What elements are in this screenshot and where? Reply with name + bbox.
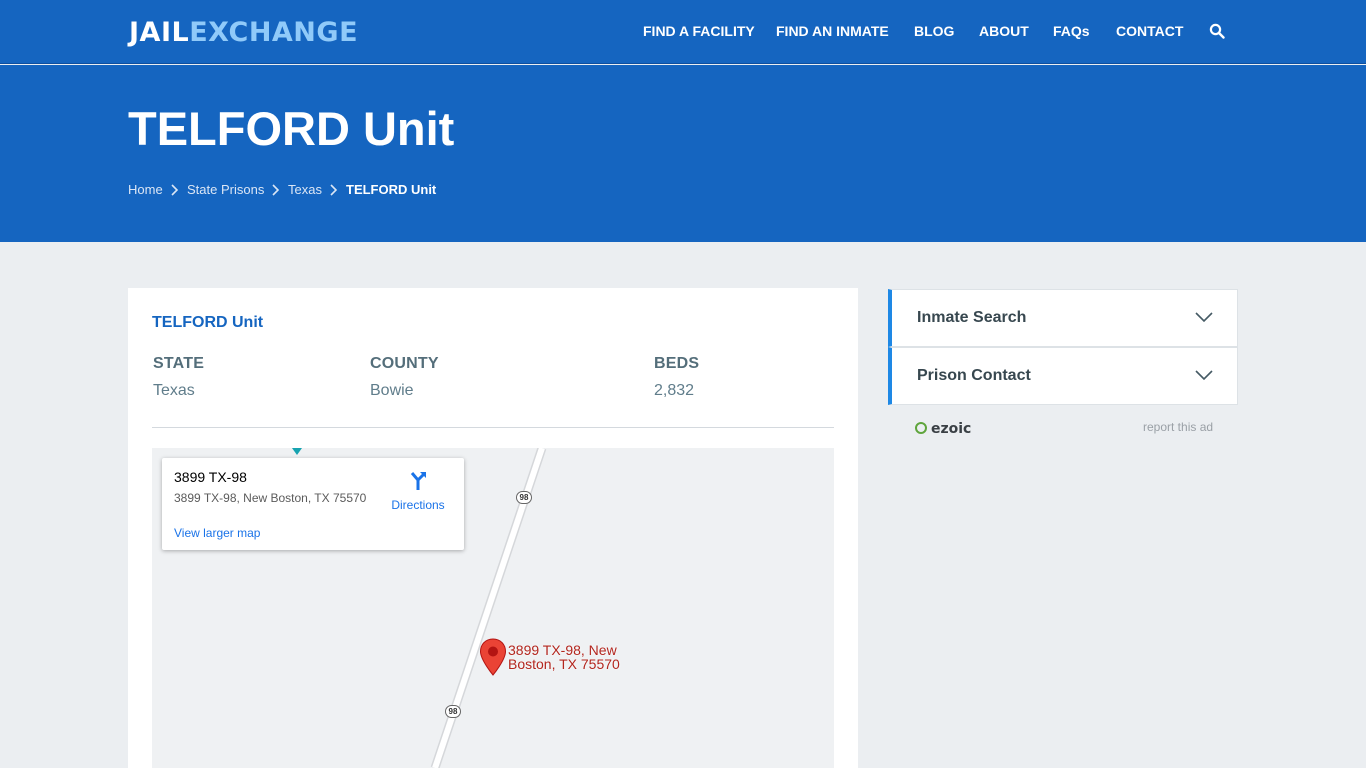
state-label: STATE bbox=[153, 355, 205, 372]
embedded-map[interactable]: 98 98 3899 TX-98 3899 TX-98, New Boston,… bbox=[152, 448, 834, 768]
page-hero: TELFORD Unit Home State Prisons Texas TE… bbox=[0, 65, 1366, 242]
chevron-down-icon bbox=[1195, 370, 1213, 381]
search-icon[interactable] bbox=[1209, 23, 1225, 39]
directions-button[interactable]: Directions bbox=[388, 470, 448, 512]
route-shield: 98 bbox=[516, 491, 532, 504]
map-pin-icon[interactable] bbox=[479, 638, 507, 676]
map-infobox: 3899 TX-98 3899 TX-98, New Boston, TX 75… bbox=[162, 458, 464, 550]
route-shield: 98 bbox=[445, 705, 461, 718]
breadcrumb-texas[interactable]: Texas bbox=[288, 182, 322, 197]
breadcrumb-current: TELFORD Unit bbox=[346, 182, 437, 197]
site-logo[interactable]: JAILEXCHANGE bbox=[129, 17, 358, 48]
facility-name: TELFORD Unit bbox=[152, 314, 264, 331]
infobox-address: 3899 TX-98, New Boston, TX 75570 bbox=[174, 491, 367, 505]
ezoic-text: ezoic bbox=[931, 421, 972, 437]
directions-icon bbox=[410, 472, 426, 490]
map-caret bbox=[292, 448, 302, 455]
divider bbox=[152, 427, 834, 428]
report-ad-link[interactable]: report this ad bbox=[1143, 420, 1213, 434]
beds-label: BEDS bbox=[654, 355, 700, 372]
logo-text-jail: JAIL bbox=[129, 17, 190, 48]
directions-label: Directions bbox=[391, 498, 445, 512]
nav-contact[interactable]: CONTACT bbox=[1116, 23, 1183, 39]
top-navbar: JAILEXCHANGE FIND A FACILITY FIND AN INM… bbox=[0, 0, 1366, 64]
facility-card: TELFORD Unit STATE Texas COUNTY Bowie BE… bbox=[128, 288, 858, 768]
accordion-inmate-search[interactable]: Inmate Search bbox=[888, 289, 1238, 347]
nav-about[interactable]: ABOUT bbox=[979, 23, 1029, 39]
nav-find-inmate[interactable]: FIND AN INMATE bbox=[776, 23, 889, 39]
breadcrumb-home[interactable]: Home bbox=[128, 182, 163, 197]
breadcrumb-state-prisons[interactable]: State Prisons bbox=[187, 182, 264, 197]
beds-value: 2,832 bbox=[654, 382, 695, 399]
state-value: Texas bbox=[153, 382, 195, 399]
chevron-right-icon bbox=[171, 184, 179, 196]
county-label: COUNTY bbox=[370, 355, 439, 372]
accordion-label: Prison Contact bbox=[917, 367, 1031, 384]
nav-faqs[interactable]: FAQs bbox=[1053, 23, 1090, 39]
ezoic-icon bbox=[915, 422, 927, 434]
logo-text-exchange: EXCHANGE bbox=[189, 17, 359, 48]
chevron-down-icon bbox=[1195, 312, 1213, 323]
view-larger-map-link[interactable]: View larger map bbox=[174, 526, 260, 540]
nav-blog[interactable]: BLOG bbox=[914, 23, 954, 39]
chevron-right-icon bbox=[330, 184, 338, 196]
infobox-title: 3899 TX-98 bbox=[174, 469, 247, 485]
accordion-prison-contact[interactable]: Prison Contact bbox=[888, 347, 1238, 405]
pin-label: 3899 TX-98, New Boston, TX 75570 bbox=[508, 642, 620, 672]
page-title: TELFORD Unit bbox=[128, 102, 455, 155]
ezoic-logo[interactable]: ezoic bbox=[915, 421, 971, 437]
chevron-right-icon bbox=[272, 184, 280, 196]
county-value: Bowie bbox=[370, 382, 414, 399]
accordion-label: Inmate Search bbox=[917, 309, 1027, 326]
nav-find-facility[interactable]: FIND A FACILITY bbox=[643, 23, 755, 39]
